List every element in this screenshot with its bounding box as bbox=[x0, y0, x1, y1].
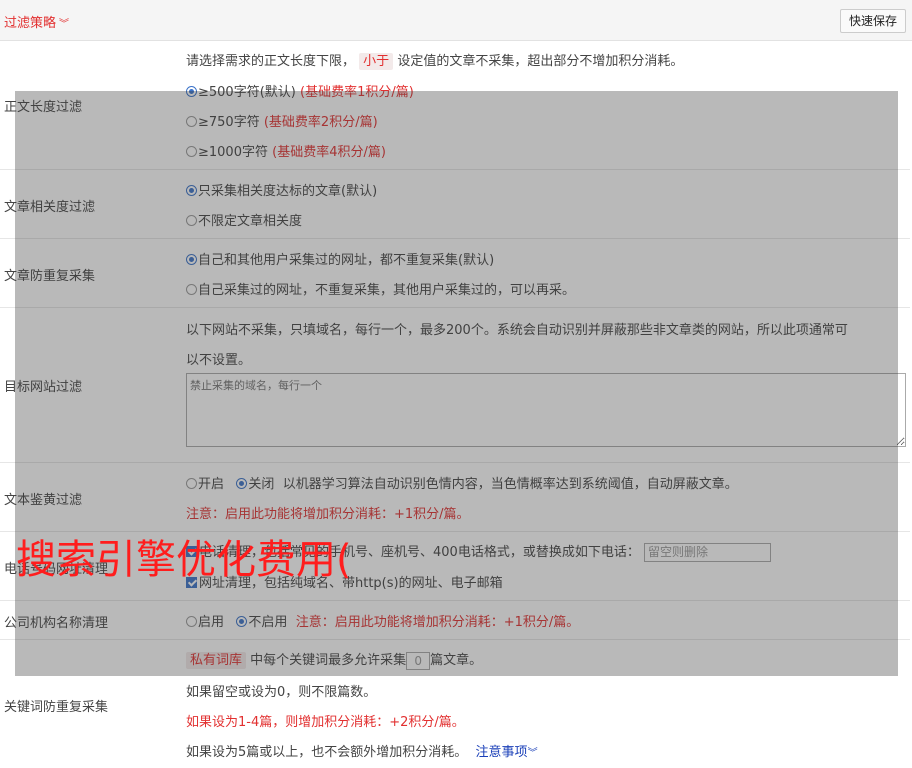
notes-link-text: 注意事项 bbox=[475, 745, 528, 760]
quick-save-button[interactable]: 快速保存 bbox=[839, 9, 906, 33]
section-header: 过滤策略 ︾ 快速保存 bbox=[0, 0, 912, 41]
desc-text: 设定值的文章不采集，超出部分不增加积分消耗。 bbox=[397, 54, 684, 69]
keyword-dedup-line-3: 如果设为1-4篇，则增加积分消耗：+2积分/篇。 bbox=[186, 715, 465, 730]
dim-overlay bbox=[15, 91, 898, 676]
line-text: 如果设为5篇或以上，也不会额外增加积分消耗。 bbox=[186, 745, 468, 760]
less-than-tag: 小于 bbox=[359, 53, 394, 70]
desc-text: 请选择需求的正文长度下限， bbox=[186, 54, 356, 69]
notes-link[interactable]: 注意事项︾ bbox=[476, 745, 538, 760]
section-title-text: 过滤策略 bbox=[4, 16, 57, 31]
section-title[interactable]: 过滤策略 ︾ bbox=[4, 12, 69, 31]
keyword-dedup-label: 关键词防重复采集 bbox=[4, 700, 109, 715]
chevron-down-icon: ︾ bbox=[59, 19, 70, 30]
watermark-text: 搜索引擎优化费用( bbox=[16, 537, 352, 583]
keyword-dedup-line-4: 如果设为5篇或以上，也不会额外增加积分消耗。 注意事项︾ bbox=[186, 741, 538, 760]
keyword-dedup-line-2: 如果留空或设为0，则不限篇数。 bbox=[186, 685, 377, 700]
chevron-down-icon: ︾ bbox=[527, 748, 538, 759]
length-filter-desc: 请选择需求的正文长度下限， 小于 设定值的文章不采集，超出部分不增加积分消耗。 bbox=[186, 50, 684, 70]
